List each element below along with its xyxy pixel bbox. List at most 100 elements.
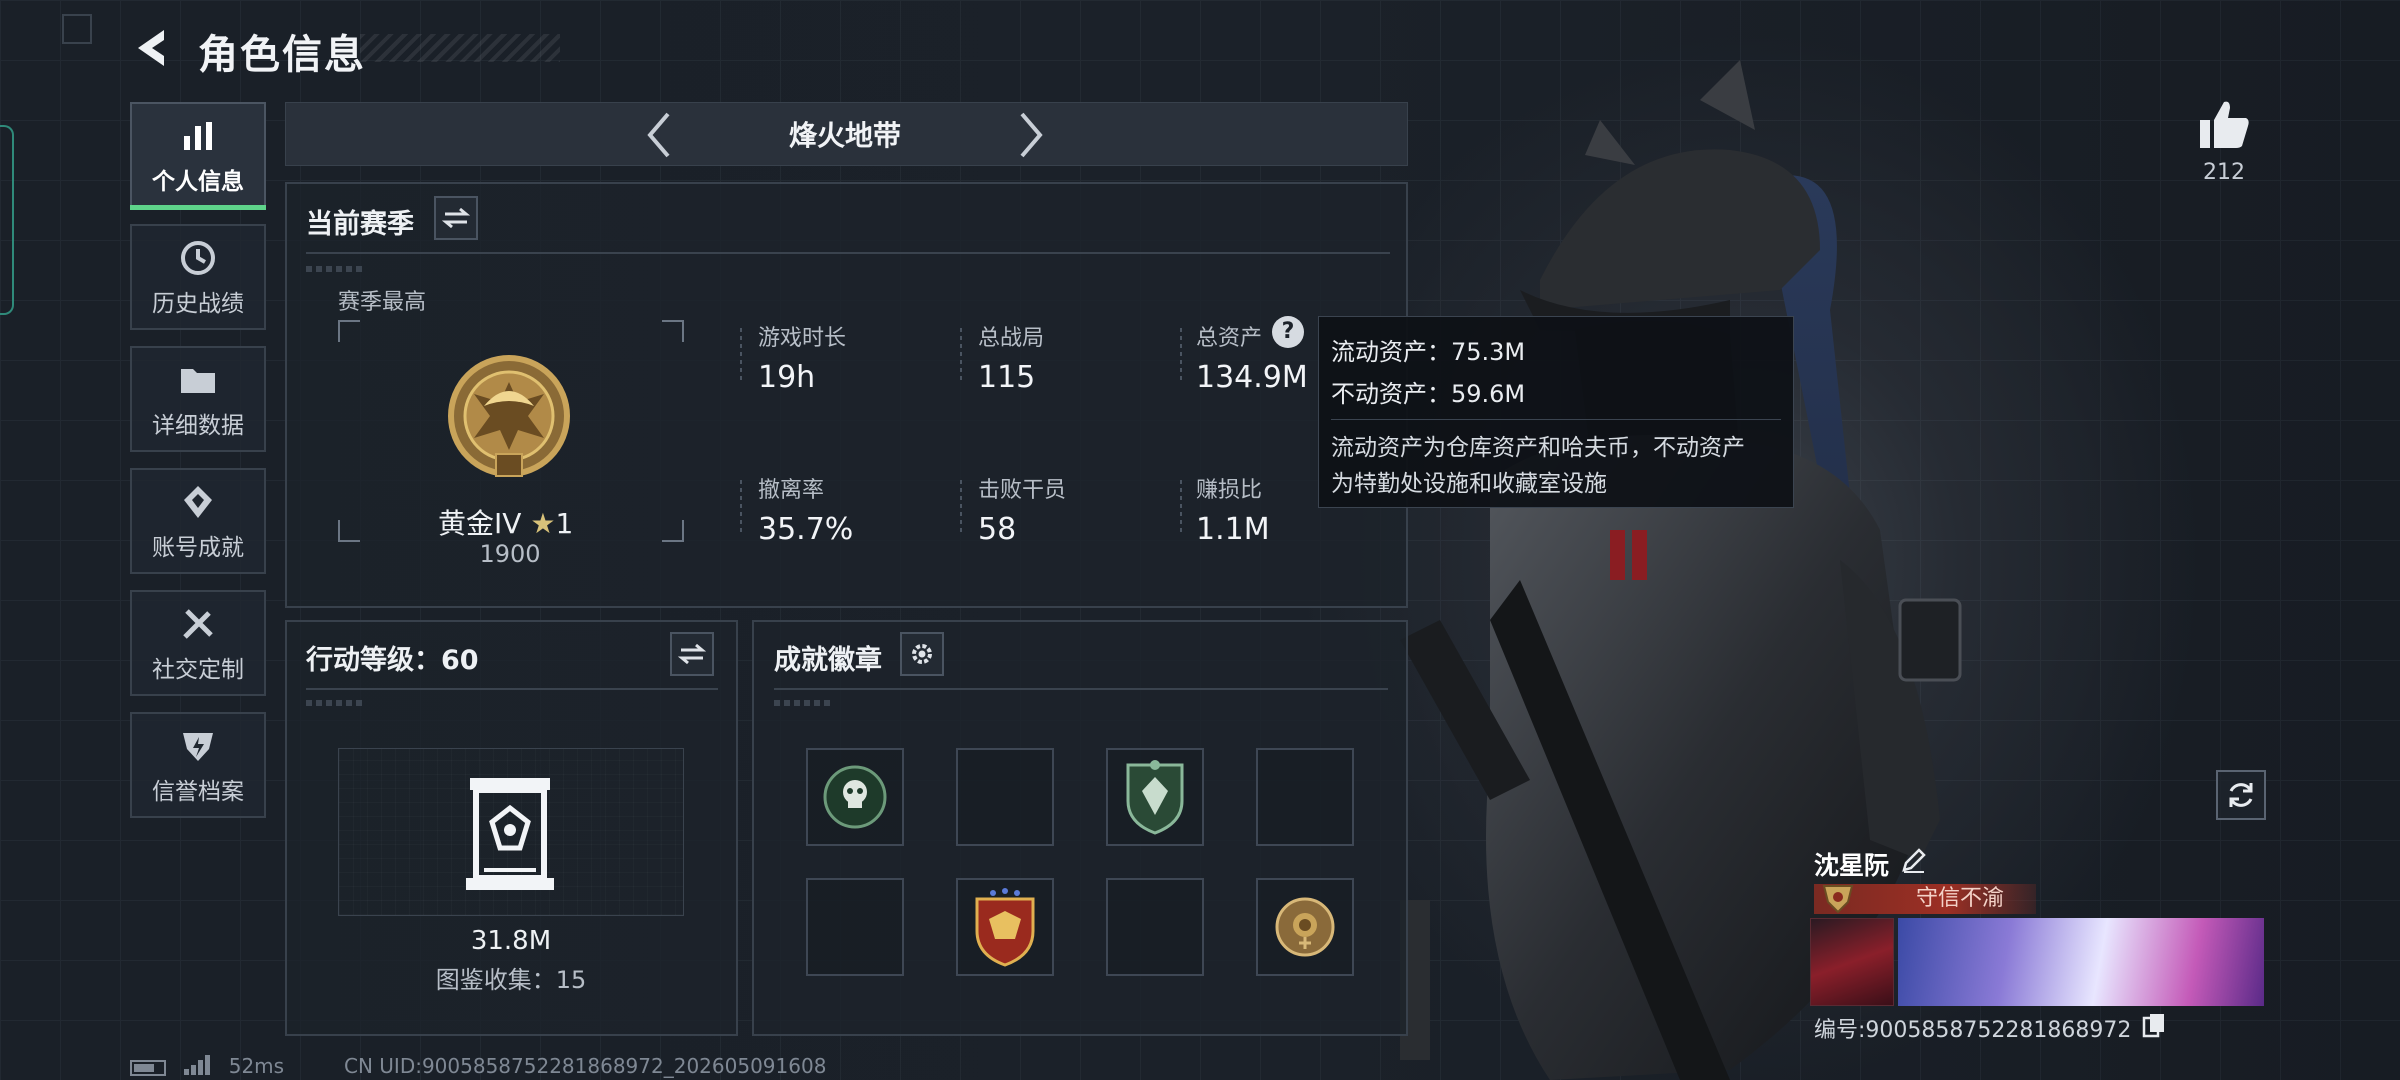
- sidebar-item-history[interactable]: 历史战绩: [130, 224, 266, 330]
- divider: [960, 480, 962, 532]
- stat-value: 1.1M: [1196, 512, 1270, 547]
- player-id: 编号:9005858752281868972: [1814, 1018, 2132, 1043]
- stat-value: 19h: [758, 360, 816, 395]
- player-name: 沈星阮: [1814, 851, 1890, 880]
- sidebar-item-label: 信誉档案: [152, 779, 244, 805]
- sidebar-item-details[interactable]: 详细数据: [130, 346, 266, 452]
- rotate-character-button[interactable]: [2216, 770, 2266, 820]
- stat-label: 赚损比: [1196, 478, 1263, 503]
- badge-slot[interactable]: [1256, 878, 1354, 976]
- stat-label: 击败干员: [978, 478, 1067, 503]
- bar-chart-icon: [176, 114, 220, 158]
- gold-rank-emblem-icon: [448, 355, 570, 477]
- season-best-label: 赛季最高: [338, 290, 427, 315]
- sidebar-item-achievements[interactable]: 账号成就: [130, 468, 266, 574]
- mode-label: 烽火地带: [788, 119, 901, 152]
- player-avatar[interactable]: [1810, 918, 1894, 1006]
- star-icon: ★: [530, 507, 556, 540]
- badge-slot[interactable]: [1106, 748, 1204, 846]
- badge-slot-empty[interactable]: [806, 878, 904, 976]
- history-clock-icon: [176, 236, 220, 280]
- refresh-icon: [2229, 783, 2253, 807]
- sidebar-item-profile[interactable]: 个人信息: [130, 102, 266, 210]
- sidebar-item-social[interactable]: 社交定制: [130, 590, 266, 696]
- chevron-right-icon[interactable]: [1010, 110, 1050, 160]
- divider: [306, 688, 718, 690]
- back-arrow-icon[interactable]: [130, 24, 178, 72]
- thumbs-up-icon[interactable]: [2196, 96, 2252, 152]
- help-icon[interactable]: ?: [1272, 316, 1304, 348]
- rank-score: 1900: [479, 540, 541, 568]
- battery-icon: [130, 1059, 166, 1076]
- badge-slot-empty[interactable]: [1106, 878, 1204, 976]
- badge-slot[interactable]: [806, 748, 904, 846]
- chevron-left-icon[interactable]: [640, 110, 680, 160]
- sidebar-item-label: 账号成就: [152, 535, 244, 561]
- divider: [740, 328, 742, 380]
- tooltip-liquid-assets: 流动资产：75.3M: [1331, 338, 1526, 366]
- sidebar-item-label: 社交定制: [152, 657, 244, 683]
- stat-label: 总资产: [1196, 326, 1263, 351]
- stat-label: 撤离率: [758, 478, 825, 503]
- badge-slot-empty[interactable]: [956, 748, 1054, 846]
- rank-name-line: 黄金IV ★1: [438, 502, 573, 542]
- badge-slot-empty[interactable]: [1256, 748, 1354, 846]
- divider: [1180, 328, 1182, 380]
- rose-coin-badge-icon: [1275, 897, 1335, 957]
- tools-icon: [176, 602, 220, 646]
- badges-settings-button[interactable]: [900, 632, 944, 676]
- divider: [1331, 419, 1781, 420]
- title-medal-icon: [1822, 885, 1854, 914]
- badges-title: 成就徽章: [774, 645, 882, 676]
- tooltip-fixed-assets: 不动资产：59.6M: [1331, 380, 1526, 408]
- tooltip-description-line: 为特勤处设施和收藏室设施: [1331, 471, 1607, 497]
- left-edge-tab[interactable]: [0, 125, 14, 315]
- decor-text: [306, 700, 366, 706]
- divider: [960, 328, 962, 380]
- divider: [1180, 480, 1182, 532]
- credit-shield-icon: [176, 724, 220, 768]
- season-switch-button[interactable]: [434, 196, 478, 240]
- rank-name: 黄金IV: [438, 507, 522, 540]
- assets-tooltip: 流动资产：75.3M 不动资产：59.6M 流动资产为仓库资产和哈夫币，不动资产…: [1318, 316, 1794, 508]
- winged-shield-badge-icon: [975, 888, 1035, 967]
- signal-icon: [184, 1055, 212, 1080]
- badge-slot[interactable]: [956, 878, 1054, 976]
- action-level-title: 行动等级：60: [306, 645, 479, 676]
- stat-label: 游戏时长: [758, 326, 847, 351]
- sidebar-item-label: 个人信息: [152, 169, 244, 195]
- collection-cabinet-icon: [466, 778, 554, 890]
- sidebar-item-label: 历史战绩: [152, 291, 244, 317]
- divider: [740, 480, 742, 532]
- status-bar: 52ms: [130, 1054, 284, 1080]
- stat-value: 58: [978, 512, 1017, 547]
- action-level-switch-button[interactable]: [670, 632, 714, 676]
- shield-badge-icon: [1126, 760, 1184, 835]
- page-title: 角色信息: [198, 32, 366, 78]
- divider: [306, 252, 1390, 254]
- sidebar-item-label: 详细数据: [152, 413, 244, 439]
- skull-badge-icon: [823, 765, 887, 829]
- stat-value: 134.9M: [1196, 360, 1308, 395]
- decor-text: [306, 266, 366, 272]
- swap-icon: [442, 207, 470, 229]
- sidebar-item-credit[interactable]: 信誉档案: [130, 712, 266, 818]
- divider: [774, 688, 1388, 690]
- title-decoration: [360, 34, 560, 62]
- collection-value: 31.8M: [470, 926, 552, 956]
- gear-icon: [912, 644, 932, 664]
- swap-icon: [678, 643, 706, 665]
- stat-label: 总战局: [978, 326, 1045, 351]
- decor-text: [774, 700, 834, 706]
- ping-value: 52ms: [228, 1054, 285, 1078]
- like-count: 212: [2203, 160, 2245, 185]
- collection-count: 图鉴收集：15: [435, 966, 587, 994]
- folder-icon: [176, 358, 220, 402]
- corner-decoration: [62, 14, 92, 44]
- cn-uid: CN UID:9005858752281868972_202605091608: [344, 1054, 827, 1078]
- player-title: 守信不渝: [1915, 886, 2004, 911]
- copy-icon[interactable]: [2142, 1012, 2166, 1038]
- edit-pencil-icon[interactable]: [1900, 846, 1928, 874]
- achievement-icon: [176, 480, 220, 524]
- stat-value: 35.7%: [758, 512, 854, 547]
